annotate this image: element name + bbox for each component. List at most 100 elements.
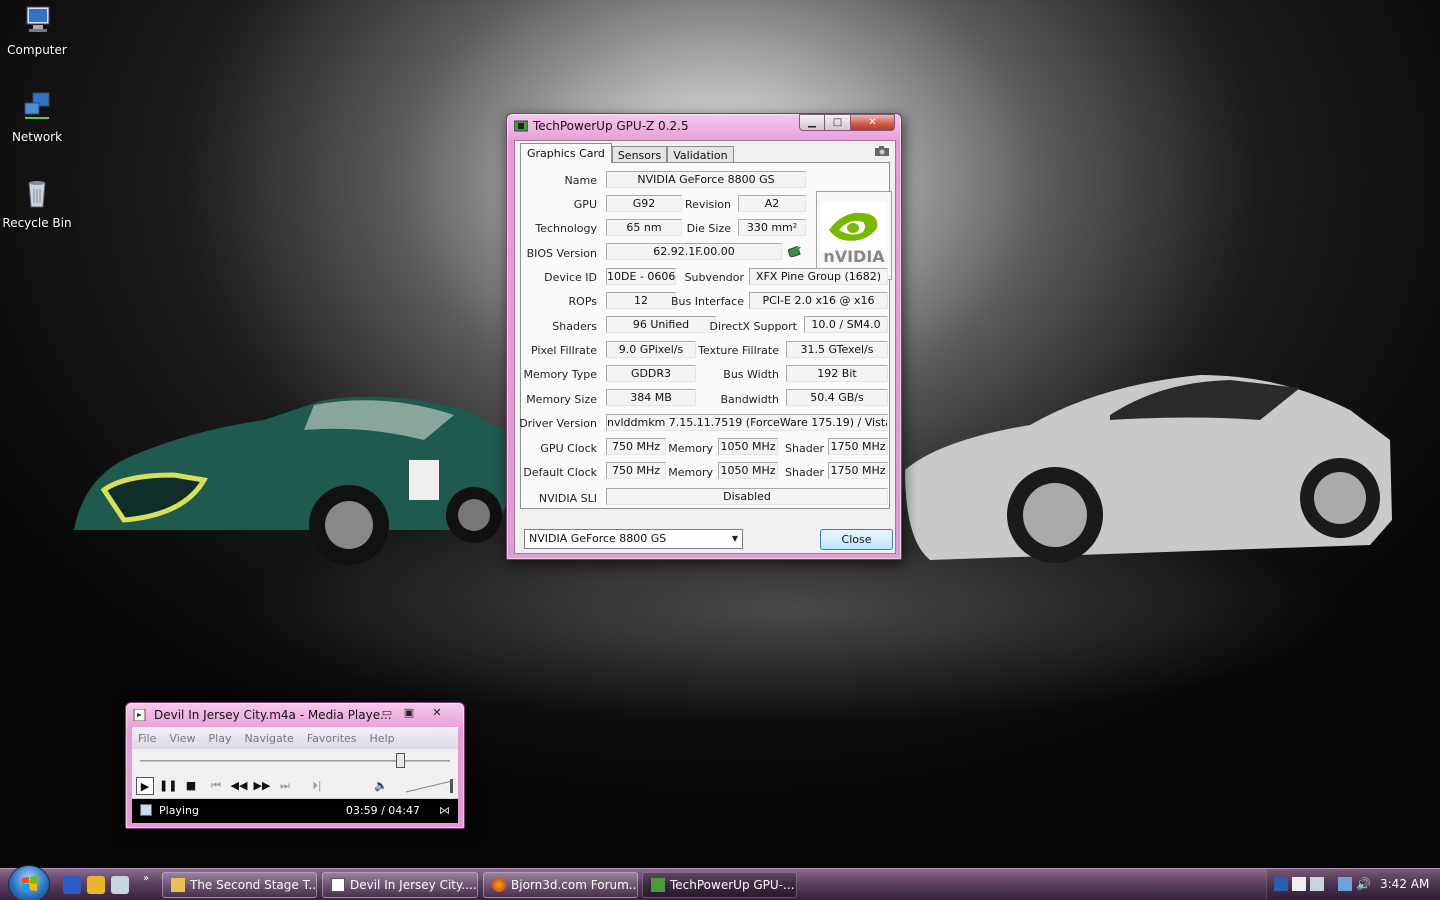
tray-app-icon[interactable] bbox=[1292, 877, 1306, 891]
value-gpu: G92 bbox=[606, 195, 682, 212]
menu-play[interactable]: Play bbox=[209, 732, 232, 745]
quicklaunch-ie-icon[interactable] bbox=[63, 876, 81, 894]
close-window-button[interactable]: ✕ bbox=[420, 705, 454, 719]
card-select-dropdown[interactable]: NVIDIA GeForce 8800 GS ▼ bbox=[524, 529, 743, 549]
tab-validation[interactable]: Validation bbox=[667, 146, 734, 163]
play-icon: ▶ bbox=[140, 780, 150, 793]
value-technology: 65 nm bbox=[606, 219, 682, 236]
value-default-clock: 750 MHz bbox=[606, 462, 666, 479]
seek-slider-thumb[interactable] bbox=[395, 753, 405, 768]
camera-icon[interactable] bbox=[875, 146, 889, 156]
value-rops: 12 bbox=[606, 292, 676, 309]
stop-button[interactable]: ■ bbox=[182, 777, 200, 795]
restore-icon: ▣ bbox=[403, 705, 415, 719]
maximize-button[interactable]: □ bbox=[825, 114, 851, 131]
mute-button[interactable]: 🔈 bbox=[372, 777, 390, 795]
task-label: Bjorn3d.com Forum... bbox=[511, 878, 638, 892]
menu-bar: File View Play Navigate Favorites Help bbox=[132, 727, 458, 749]
fast-forward-icon: ▶▶ bbox=[253, 779, 271, 792]
label-bandwidth: Bandwidth bbox=[720, 393, 779, 406]
pause-button[interactable]: ❚❚ bbox=[159, 777, 177, 795]
transport-controls: ▶ ❚❚ ■ ⏮ ◀◀ ▶▶ ⏭ ⏵| 🔈 bbox=[132, 773, 458, 799]
restore-button[interactable]: ▣ bbox=[398, 705, 420, 719]
close-button[interactable]: Close bbox=[820, 529, 893, 550]
quicklaunch-show-desktop-icon[interactable] bbox=[111, 876, 129, 894]
minimize-button[interactable]: ▁ bbox=[799, 114, 825, 131]
label-bus-interface: Bus Interface bbox=[671, 295, 744, 308]
seek-bar[interactable] bbox=[132, 749, 458, 773]
value-gpu-clock: 750 MHz bbox=[606, 438, 666, 455]
network-status-icon[interactable] bbox=[1338, 877, 1352, 891]
tray-device-icon[interactable] bbox=[1310, 877, 1324, 891]
taskbar: » The Second Stage T... Devil In Jersey … bbox=[0, 865, 1440, 900]
recycle-bin-icon bbox=[28, 181, 46, 208]
volume-slider[interactable] bbox=[404, 779, 456, 793]
label-gpu-shader-clock: Shader bbox=[785, 442, 824, 455]
label-memory-type: Memory Type bbox=[523, 368, 598, 381]
taskbar-button-folder[interactable]: The Second Stage T... bbox=[162, 872, 317, 898]
frame-step-icon: ⏵| bbox=[312, 779, 322, 792]
label-gpu-clock: GPU Clock bbox=[540, 442, 597, 455]
volume-icon[interactable]: 🔊 bbox=[1356, 877, 1371, 891]
menu-file[interactable]: File bbox=[138, 732, 156, 745]
rewind-button[interactable]: ◀◀ bbox=[230, 777, 248, 795]
menu-view[interactable]: View bbox=[169, 732, 195, 745]
pause-icon: ❚❚ bbox=[159, 779, 178, 792]
value-subvendor: XFX Pine Group (1682) bbox=[749, 268, 888, 285]
close-window-button[interactable]: ✕ bbox=[851, 114, 895, 131]
clock[interactable]: 3:42 AM bbox=[1380, 877, 1429, 891]
quicklaunch-explorer-icon[interactable] bbox=[87, 876, 105, 894]
menu-favorites[interactable]: Favorites bbox=[307, 732, 357, 745]
media-player-window[interactable]: Devil In Jersey City.m4a - Media Playe..… bbox=[125, 702, 465, 829]
menu-navigate[interactable]: Navigate bbox=[244, 732, 293, 745]
play-button[interactable]: ▶ bbox=[136, 777, 154, 795]
status-bar: Playing 03:59 / 04:47 ⋈ bbox=[132, 799, 458, 823]
desktop-icon-network[interactable]: Network bbox=[0, 91, 74, 144]
switch-mode-icon[interactable]: ⋈ bbox=[439, 804, 450, 817]
taskbar-button-firefox[interactable]: Bjorn3d.com Forum... bbox=[483, 872, 638, 898]
wallpaper-silver-car bbox=[905, 375, 1392, 563]
label-nvidia-sli: NVIDIA SLI bbox=[538, 492, 597, 505]
frame-step-button[interactable]: ⏵| bbox=[308, 777, 326, 795]
task-label: Devil In Jersey City.... bbox=[350, 878, 477, 892]
value-directx-support: 10.0 / SM4.0 bbox=[804, 316, 888, 333]
taskbar-button-gpuz[interactable]: TechPowerUp GPU-... bbox=[642, 872, 797, 898]
next-button[interactable]: ⏭ bbox=[276, 777, 294, 795]
label-bios-version: BIOS Version bbox=[526, 247, 597, 260]
window-buttons: ▭ ▣ ✕ bbox=[376, 705, 454, 719]
gpuz-window[interactable]: TechPowerUp GPU-Z 0.2.5 ▁ □ ✕ Graphics C… bbox=[506, 113, 902, 560]
window-title: TechPowerUp GPU-Z 0.2.5 bbox=[533, 119, 689, 133]
card-select-value: NVIDIA GeForce 8800 GS bbox=[529, 532, 667, 545]
label-bus-width: Bus Width bbox=[723, 368, 779, 381]
bios-save-icon[interactable] bbox=[788, 245, 802, 257]
previous-button[interactable]: ⏮ bbox=[207, 777, 225, 795]
gpu-chip-icon bbox=[514, 120, 528, 132]
gpuz-client-area: Graphics Card Sensors Validation Name NV… bbox=[514, 140, 896, 554]
value-bandwidth: 50.4 GB/s bbox=[786, 389, 888, 406]
tab-sensors[interactable]: Sensors bbox=[611, 146, 668, 163]
label-name: Name bbox=[564, 174, 597, 187]
label-directx-support: DirectX Support bbox=[709, 320, 797, 333]
value-nvidia-sli: Disabled bbox=[606, 488, 888, 505]
value-pixel-fillrate: 9.0 GPixel/s bbox=[606, 341, 696, 358]
label-shaders: Shaders bbox=[552, 320, 597, 333]
taskbar-button-media-player[interactable]: Devil In Jersey City.... bbox=[322, 872, 478, 898]
quicklaunch-overflow-icon[interactable]: » bbox=[143, 873, 149, 884]
nvidia-logo: nVIDIA bbox=[816, 191, 892, 280]
minimize-button[interactable]: ▭ bbox=[376, 705, 398, 719]
fast-forward-button[interactable]: ▶▶ bbox=[253, 777, 271, 795]
window-title: Devil In Jersey City.m4a - Media Playe..… bbox=[154, 708, 392, 722]
label-pixel-fillrate: Pixel Fillrate bbox=[531, 344, 597, 357]
tab-graphics-card[interactable]: Graphics Card bbox=[520, 143, 612, 163]
start-button[interactable] bbox=[8, 865, 50, 900]
language-bar-icon[interactable] bbox=[1274, 877, 1288, 891]
desktop-icon-computer[interactable]: Computer bbox=[0, 4, 74, 57]
value-memory-type: GDDR3 bbox=[606, 365, 696, 382]
graphics-card-panel: Name NVIDIA GeForce 8800 GS GPU G92 Revi… bbox=[519, 162, 892, 509]
desktop-icon-recycle-bin[interactable]: Recycle Bin bbox=[0, 177, 74, 230]
menu-help[interactable]: Help bbox=[370, 732, 395, 745]
label-gpu: GPU bbox=[573, 198, 597, 211]
media-player-title-bar[interactable]: Devil In Jersey City.m4a - Media Playe..… bbox=[126, 703, 464, 727]
gpuz-title-bar[interactable]: TechPowerUp GPU-Z 0.2.5 ▁ □ ✕ bbox=[507, 114, 901, 138]
label-revision: Revision bbox=[685, 198, 731, 211]
